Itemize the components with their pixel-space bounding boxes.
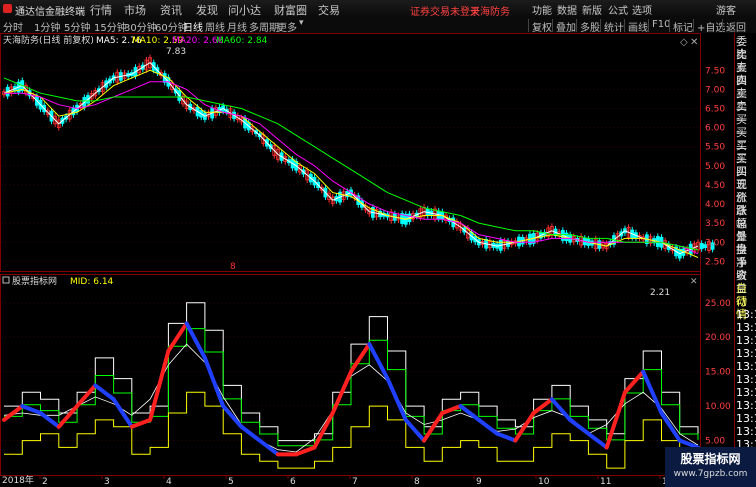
side-panel-item: 13:1 xyxy=(736,399,756,412)
title-bar: 通达信金融终端 行情 市场 资讯 发现 问小达 财富圈 交易 证券交易未登录 天… xyxy=(0,0,756,19)
indicator-label: 股票指标网 xyxy=(12,275,57,287)
side-panel-item: 13:1 xyxy=(736,412,756,425)
menu-item-xinban[interactable]: 新版 xyxy=(582,2,602,17)
period-30min[interactable]: 30分钟 xyxy=(124,19,157,34)
period-15min[interactable]: 15分钟 xyxy=(94,19,127,34)
menu-item-wenxiaoda[interactable]: 问小达 xyxy=(228,2,261,18)
price-tick-label: 6.50 xyxy=(705,105,725,115)
month-tick-label: 3 xyxy=(104,477,110,487)
candle-body xyxy=(699,242,704,250)
menu-item-xuanxiang[interactable]: 选项 xyxy=(632,2,652,17)
price-tick-label: 2.50 xyxy=(705,257,725,267)
month-tick-label: 7 xyxy=(352,477,358,487)
stock-label: 天海防务(日线 前复权) xyxy=(3,34,94,46)
account-name: 天海防务 xyxy=(470,7,510,18)
price-tick-label: 7.50 xyxy=(705,66,725,76)
tool-tongji[interactable]: 统计 xyxy=(600,19,627,34)
guest-label[interactable]: 游客 xyxy=(716,2,736,17)
indicator-tick-label: 5.00 xyxy=(705,437,725,447)
menu-item-hangqing[interactable]: 行情 xyxy=(90,2,112,18)
month-tick-label: 6 xyxy=(290,477,296,487)
month-tick-label: 9 xyxy=(476,477,482,487)
period-multi[interactable]: 多周期 xyxy=(249,19,279,34)
tool-duogu[interactable]: 多股 xyxy=(576,19,603,34)
period-5min[interactable]: 5分钟 xyxy=(64,19,90,34)
menu-item-gongshi[interactable]: 公式 xyxy=(608,2,628,17)
month-tick-label: 4 xyxy=(166,477,172,487)
period-more[interactable]: 更多 xyxy=(277,19,297,34)
price-tick-label: 3.00 xyxy=(705,238,725,248)
close-icon[interactable]: ✕ xyxy=(690,37,698,48)
watermark-title: 股票指标网 xyxy=(680,452,741,466)
period-daily[interactable]: 日线 xyxy=(183,19,203,34)
period-weekly[interactable]: 周线 xyxy=(205,19,225,34)
indicator-tick-label: 25.00 xyxy=(705,299,731,309)
month-tick-label: 10 xyxy=(538,477,550,487)
low-price-label: 2.21 xyxy=(650,288,670,298)
side-panel-item: 13:1 xyxy=(736,308,756,321)
event-marker: 8 xyxy=(230,262,236,272)
side-panel-item: 13:1 xyxy=(736,321,756,334)
watermark: 股票指标网 www.7gpzb.com xyxy=(665,447,756,487)
menu-item-caifuquan[interactable]: 财富圈 xyxy=(274,2,307,18)
menu-item-zixun[interactable]: 资讯 xyxy=(160,2,182,18)
menu-item-shichang[interactable]: 市场 xyxy=(124,2,146,18)
year-label: 2018年 xyxy=(2,474,34,486)
month-tick-label: 11 xyxy=(600,477,611,487)
kline-chart[interactable]: 7.50 7.00 6.50 6.00 5.50 5.00 4.50 4.00 3.50 3.00… xyxy=(0,33,734,487)
side-panel-item: 13:1 xyxy=(736,347,756,360)
price-tick-label: 6.00 xyxy=(705,124,725,134)
month-tick-label: 2 xyxy=(42,477,48,487)
month-tick-label: 5 xyxy=(228,477,234,487)
price-tick-label: 4.00 xyxy=(705,200,725,210)
menu-item-faxian[interactable]: 发现 xyxy=(196,2,218,18)
app-logo-icon xyxy=(3,4,12,13)
period-1min[interactable]: 1分钟 xyxy=(34,19,60,34)
watermark-url: www.7gpzb.com xyxy=(673,469,748,479)
quote-side-panel: 委比 卖五 卖四 卖三 卖二 卖一 买一 买二 买三 买四 买五 现价 涨跌 涨幅 总量 外盘 换手 净资 收益 自动… xyxy=(734,33,756,487)
indicator-tick-label: 10.00 xyxy=(705,402,731,412)
side-panel-item: 13:1 xyxy=(736,373,756,386)
collapse-icon[interactable]: ◇ xyxy=(680,37,688,48)
tool-biaoji[interactable]: 标记 xyxy=(669,19,696,34)
tool-diejia[interactable]: 叠加 xyxy=(552,19,579,34)
tool-fuquan[interactable]: 复权 xyxy=(528,19,555,34)
app-title: 通达信金融终端 xyxy=(15,7,85,18)
price-tick-label: 7.00 xyxy=(705,85,725,95)
more-chevron-icon[interactable]: ▾ xyxy=(299,18,304,28)
ma60-label: MA60: 2.84 xyxy=(216,36,268,46)
period-monthly[interactable]: 月线 xyxy=(227,19,247,34)
indicator-tick-label: 15.00 xyxy=(705,368,731,378)
period-toolbar: 分时 1分钟 5分钟 15分钟 30分钟 60分钟 日线 周线 月线 多周期 更… xyxy=(0,18,756,34)
menu-item-gongneng[interactable]: 功能 xyxy=(532,2,552,17)
month-tick-label: 8 xyxy=(414,477,420,487)
mid-value: MID: 6.14 xyxy=(70,277,114,287)
tool-huaxian[interactable]: 画线 xyxy=(624,19,651,34)
menu-item-shuju[interactable]: 数据 xyxy=(557,2,577,17)
tool-fanhui[interactable]: 返回 xyxy=(722,19,749,34)
menu-item-jiaoyi[interactable]: 交易 xyxy=(318,2,340,18)
side-panel-item: 13:1 xyxy=(736,386,756,399)
price-tick-label: 5.50 xyxy=(705,143,725,153)
indicator-tick-label: 20.00 xyxy=(705,333,731,343)
price-tick-label: 5.00 xyxy=(705,162,725,172)
high-price-label: 7.83 xyxy=(166,47,186,57)
price-tick-label: 4.50 xyxy=(705,181,725,191)
indicator-close-icon[interactable]: ✕ xyxy=(690,277,698,287)
side-panel-item: 13:1 xyxy=(736,425,756,438)
period-fenshi[interactable]: 分时 xyxy=(3,19,23,34)
price-tick-label: 3.50 xyxy=(705,219,725,229)
side-panel-item: 13:1 xyxy=(736,360,756,373)
side-panel-item: 13:1 xyxy=(736,334,756,347)
